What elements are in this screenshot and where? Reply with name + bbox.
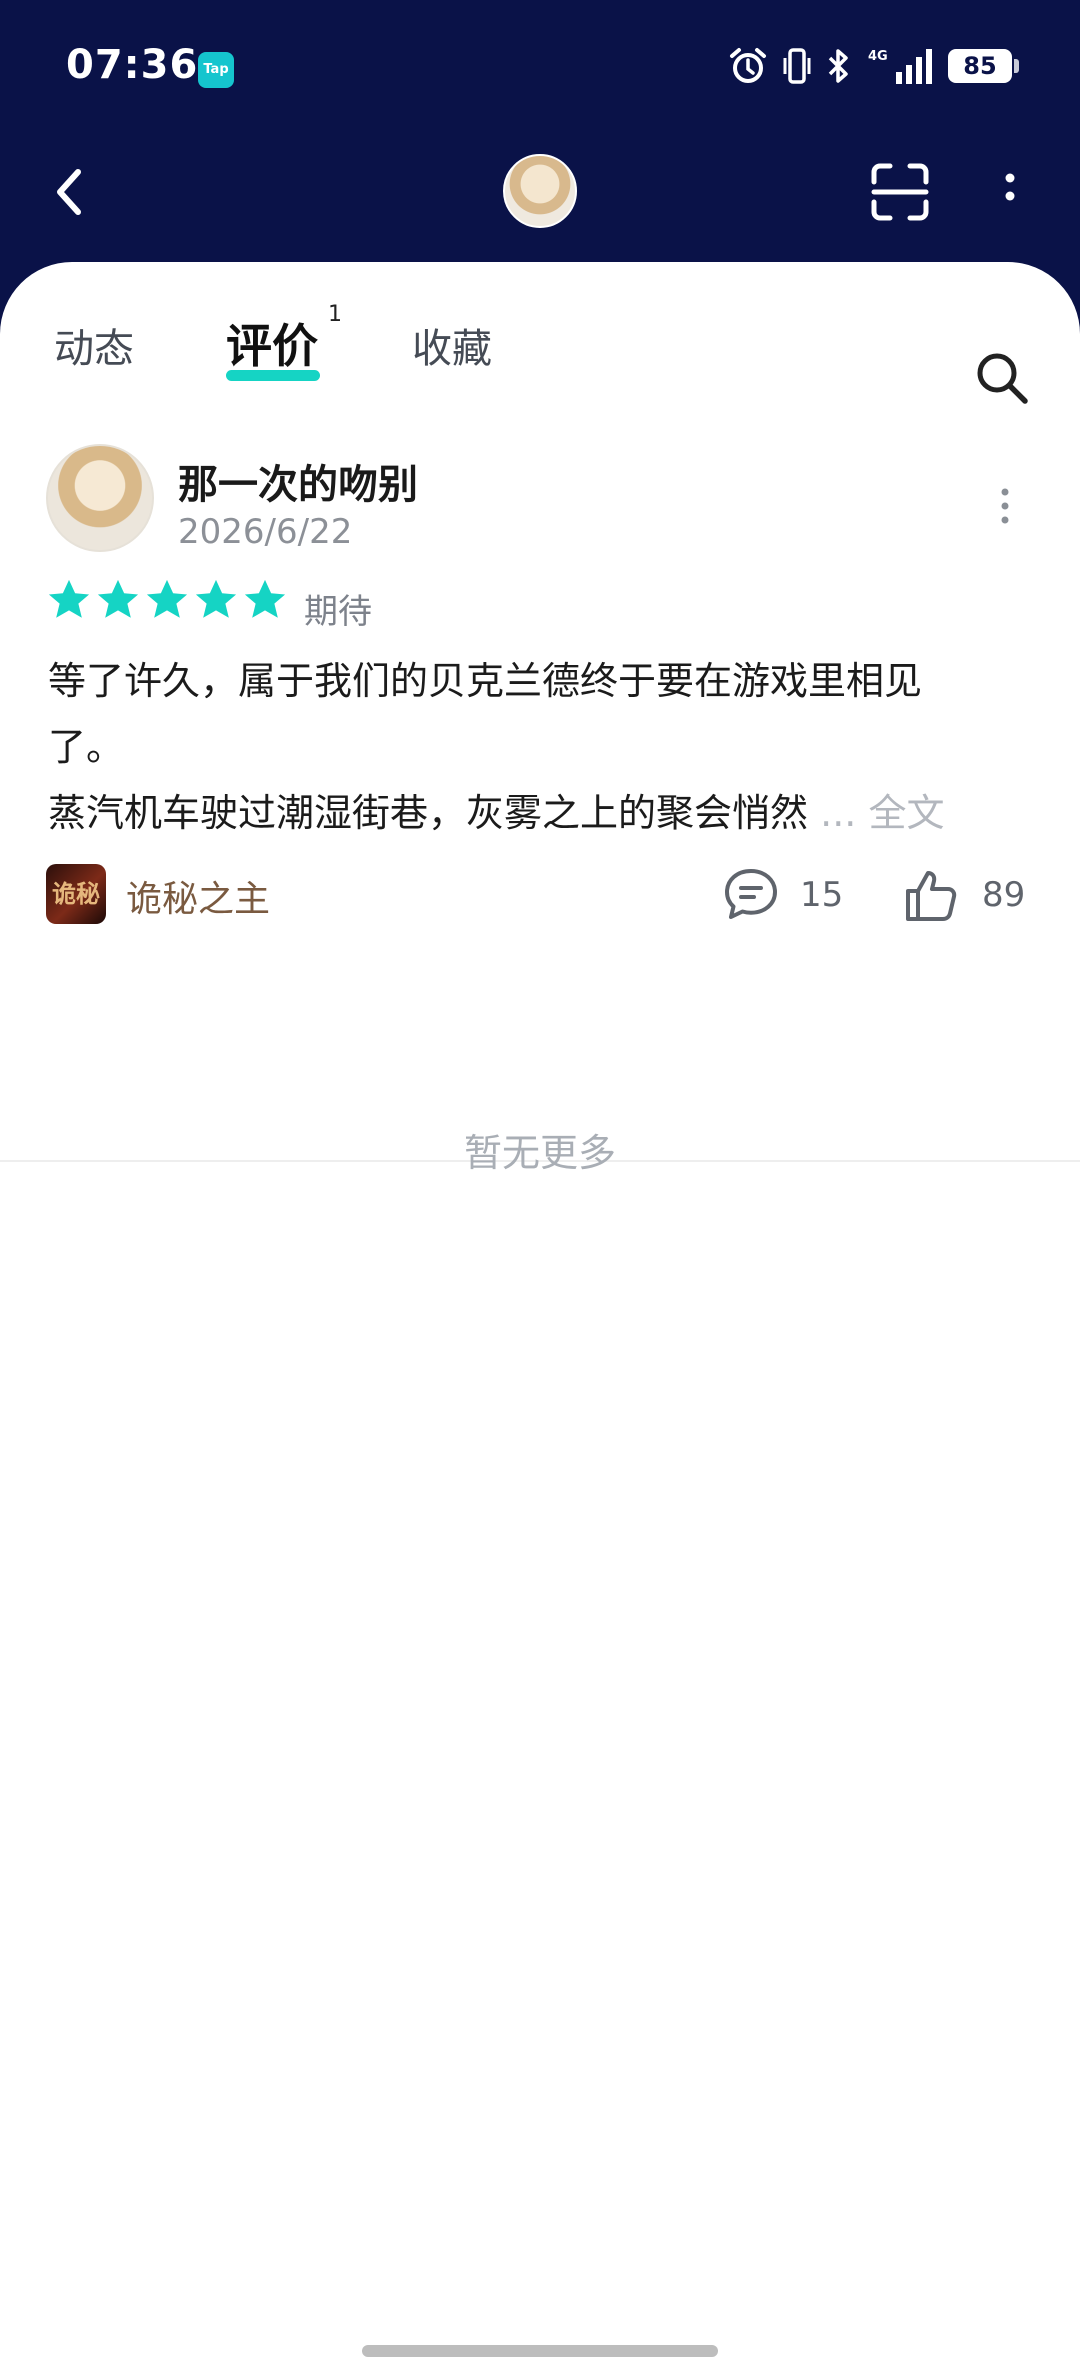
header-avatar[interactable] [503, 154, 577, 228]
review-text-line: 蒸汽机车驶过潮湿街巷，灰雾之上的聚会悄然 [48, 791, 809, 835]
comment-icon [725, 869, 777, 919]
star-icon [242, 578, 288, 622]
more-vertical-icon [1005, 173, 1015, 201]
tab-review-count: 1 [328, 302, 342, 327]
alarm-icon [728, 46, 768, 86]
status-icons: 4G 85 [728, 44, 1019, 88]
full-text-link[interactable]: 全文 [868, 791, 944, 835]
ellipsis: ... [820, 791, 857, 835]
like-button[interactable]: 89 [904, 862, 1025, 928]
review-text-line: 等了许久，属于我们的贝克兰德终于要在游戏里相见 [48, 659, 923, 703]
tab-dynamic[interactable]: 动态 [54, 316, 134, 374]
nav-header [0, 140, 1080, 260]
review-text[interactable]: 等了许久，属于我们的贝克兰德终于要在游戏里相见 了。 蒸汽机车驶过潮湿街巷，灰雾… [48, 648, 1038, 846]
signal-icon: 4G [864, 46, 934, 86]
home-indicator[interactable] [362, 2345, 718, 2357]
comment-count: 15 [800, 875, 844, 915]
tap-app-badge: Tap [198, 52, 234, 88]
comment-button[interactable]: 15 [722, 862, 843, 928]
more-options-button[interactable] [990, 162, 1030, 222]
tab-review[interactable]: 评价 [226, 310, 318, 376]
star-icon [46, 578, 92, 622]
game-icon[interactable]: 诡秘 [46, 864, 106, 924]
review-text-line-last: 蒸汽机车驶过潮湿街巷，灰雾之上的聚会悄然 ... 全文 [48, 780, 1038, 846]
status-bar: 07:36 Tap 4G 85 [0, 0, 1080, 140]
like-count: 89 [982, 875, 1026, 915]
status-time: 07:36 [66, 42, 199, 88]
scan-button[interactable] [868, 160, 932, 224]
tab-bar: 动态 评价 1 收藏 [0, 302, 1080, 404]
search-icon [977, 353, 1028, 404]
back-button[interactable] [44, 162, 104, 222]
username[interactable]: 那一次的吻别 [178, 452, 418, 510]
rating-label: 期待 [304, 592, 372, 632]
user-avatar[interactable] [46, 444, 154, 552]
search-button[interactable] [972, 348, 1032, 408]
thumbs-up-icon [906, 871, 957, 921]
review-card[interactable]: 那一次的吻别 2026/6/22 期待 等了许久，属于我们的贝克兰德终于要在游戏… [0, 430, 1080, 1162]
review-date: 2026/6/22 [178, 512, 353, 552]
star-icon [193, 578, 239, 622]
more-vertical-icon [1001, 488, 1009, 524]
tab-active-indicator [226, 370, 320, 381]
network-type-label: 4G [868, 49, 888, 64]
star-icon [95, 578, 141, 622]
no-more-label: 暂无更多 [463, 1131, 616, 1175]
content-sheet: 动态 评价 1 收藏 那一次的吻别 2026/6/22 期待 等了许久，属于我们… [0, 262, 1080, 2377]
battery-icon: 85 [948, 49, 1019, 83]
review-more-button[interactable] [988, 476, 1022, 536]
star-rating [46, 578, 288, 622]
bluetooth-icon [826, 46, 850, 86]
back-icon [57, 169, 81, 215]
tab-collect[interactable]: 收藏 [412, 316, 492, 374]
scan-icon [871, 163, 929, 221]
star-icon [144, 578, 190, 622]
game-name[interactable]: 诡秘之主 [126, 870, 270, 922]
review-text-line: 了。 [48, 725, 125, 769]
vibrate-icon [782, 46, 812, 86]
